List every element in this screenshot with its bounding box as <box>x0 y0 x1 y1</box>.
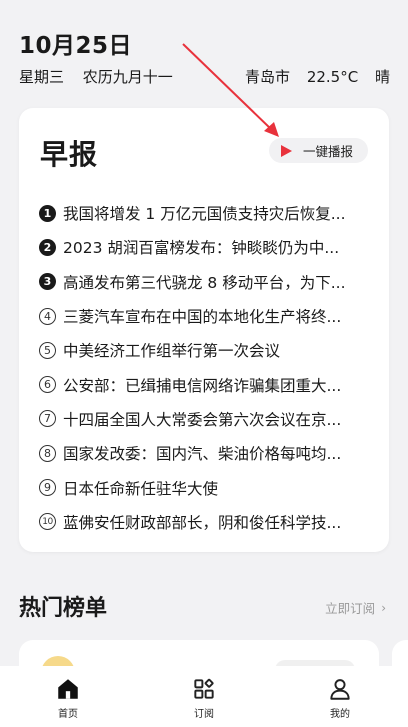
info-line: 星期三 农历九月十一 青岛市 22.5°C 晴 <box>19 66 390 87</box>
play-all-button[interactable]: 一键播报 <box>269 138 368 163</box>
news-headline: 三菱汽车宣布在中国的本地化生产将终... <box>63 308 342 327</box>
news-headline: 公安部：已缉捕电信网络诈骗集团重大... <box>63 376 342 395</box>
rank-badge: 5 <box>39 341 56 359</box>
chevron-right-icon: › <box>381 600 386 615</box>
news-headline: 中美经济工作组举行第一次会议 <box>63 342 281 361</box>
news-item[interactable]: 3 高通发布第三代骁龙 8 移动平台，为下... <box>39 265 369 299</box>
play-all-label: 一键播报 <box>303 144 354 159</box>
rank-badge: 3 <box>39 273 56 291</box>
hot-list-title: 热门榜单 <box>19 596 108 621</box>
news-item[interactable]: 10 蓝佛安任财政部部长，阴和俊任科学技... <box>39 505 369 539</box>
news-headline: 国家发改委：国内汽、柴油价格每吨均... <box>63 445 342 464</box>
rank-badge: 9 <box>39 479 56 497</box>
home-icon <box>58 679 78 699</box>
news-item[interactable]: 6 公安部：已缉捕电信网络诈骗集团重大... <box>39 367 369 401</box>
news-item[interactable]: 8 国家发改委：国内汽、柴油价格每吨均... <box>39 436 369 470</box>
tab-profile-label: 我的 <box>330 709 350 720</box>
play-icon <box>281 144 292 157</box>
news-item[interactable]: 7 十四届全国人大常委会第六次会议在京... <box>39 402 369 436</box>
city: 青岛市 <box>245 68 291 86</box>
rank-badge: 1 <box>39 204 56 222</box>
tab-subscribe[interactable]: 订阅 <box>164 666 244 720</box>
rank-badge: 10 <box>39 513 56 531</box>
person-icon <box>330 679 350 700</box>
news-item[interactable]: 9 日本任命新任驻华大使 <box>39 470 369 504</box>
rank-badge: 2 <box>39 238 56 256</box>
date-title: 10月25日 <box>19 33 133 59</box>
weekday: 星期三 <box>19 68 65 86</box>
news-item[interactable]: 2 2023 胡润百富榜发布：钟睒睒仍为中... <box>39 230 369 264</box>
tab-home-label: 首页 <box>58 709 78 720</box>
temperature: 22.5°C <box>306 68 359 86</box>
rank-badge: 4 <box>39 307 56 325</box>
tab-profile[interactable]: 我的 <box>300 666 380 720</box>
tab-subscribe-label: 订阅 <box>194 709 214 720</box>
news-headline: 十四届全国人大常委会第六次会议在京... <box>63 410 342 429</box>
rank-badge: 7 <box>39 410 56 428</box>
briefing-title: 早报 <box>40 138 99 171</box>
news-headline: 2023 胡润百富榜发布：钟睒睒仍为中... <box>63 239 340 258</box>
weather: 晴 <box>374 68 390 86</box>
news-item[interactable]: 1 我国将增发 1 万亿元国债支持灾后恢复... <box>39 196 369 230</box>
subscribe-label: 立即订阅 <box>325 601 376 616</box>
news-headline: 日本任命新任驻华大使 <box>63 479 219 498</box>
news-headline: 蓝佛安任财政部部长，阴和俊任科学技... <box>63 513 342 532</box>
news-item[interactable]: 4 三菱汽车宣布在中国的本地化生产将终... <box>39 299 369 333</box>
lunar-date: 农历九月十一 <box>82 68 173 86</box>
tab-home[interactable]: 首页 <box>28 666 108 720</box>
news-item[interactable]: 5 中美经济工作组举行第一次会议 <box>39 333 369 367</box>
rank-badge: 6 <box>39 376 56 394</box>
news-headline: 我国将增发 1 万亿元国债支持灾后恢复... <box>63 205 346 224</box>
grid-icon <box>194 678 214 699</box>
morning-briefing-card: 早报 一键播报 1 我国将增发 1 万亿元国债支持灾后恢复... 2 2023 胡润… <box>19 108 389 552</box>
bottom-tab-bar: 首页 订阅 我的 <box>0 666 408 727</box>
subscribe-link[interactable]: 立即订阅 › <box>325 598 386 617</box>
news-list: 1 我国将增发 1 万亿元国债支持灾后恢复... 2 2023 胡润百富榜发布：钟睒… <box>39 196 369 539</box>
rank-badge: 8 <box>39 444 56 462</box>
news-headline: 高通发布第三代骁龙 8 移动平台，为下... <box>63 273 346 292</box>
